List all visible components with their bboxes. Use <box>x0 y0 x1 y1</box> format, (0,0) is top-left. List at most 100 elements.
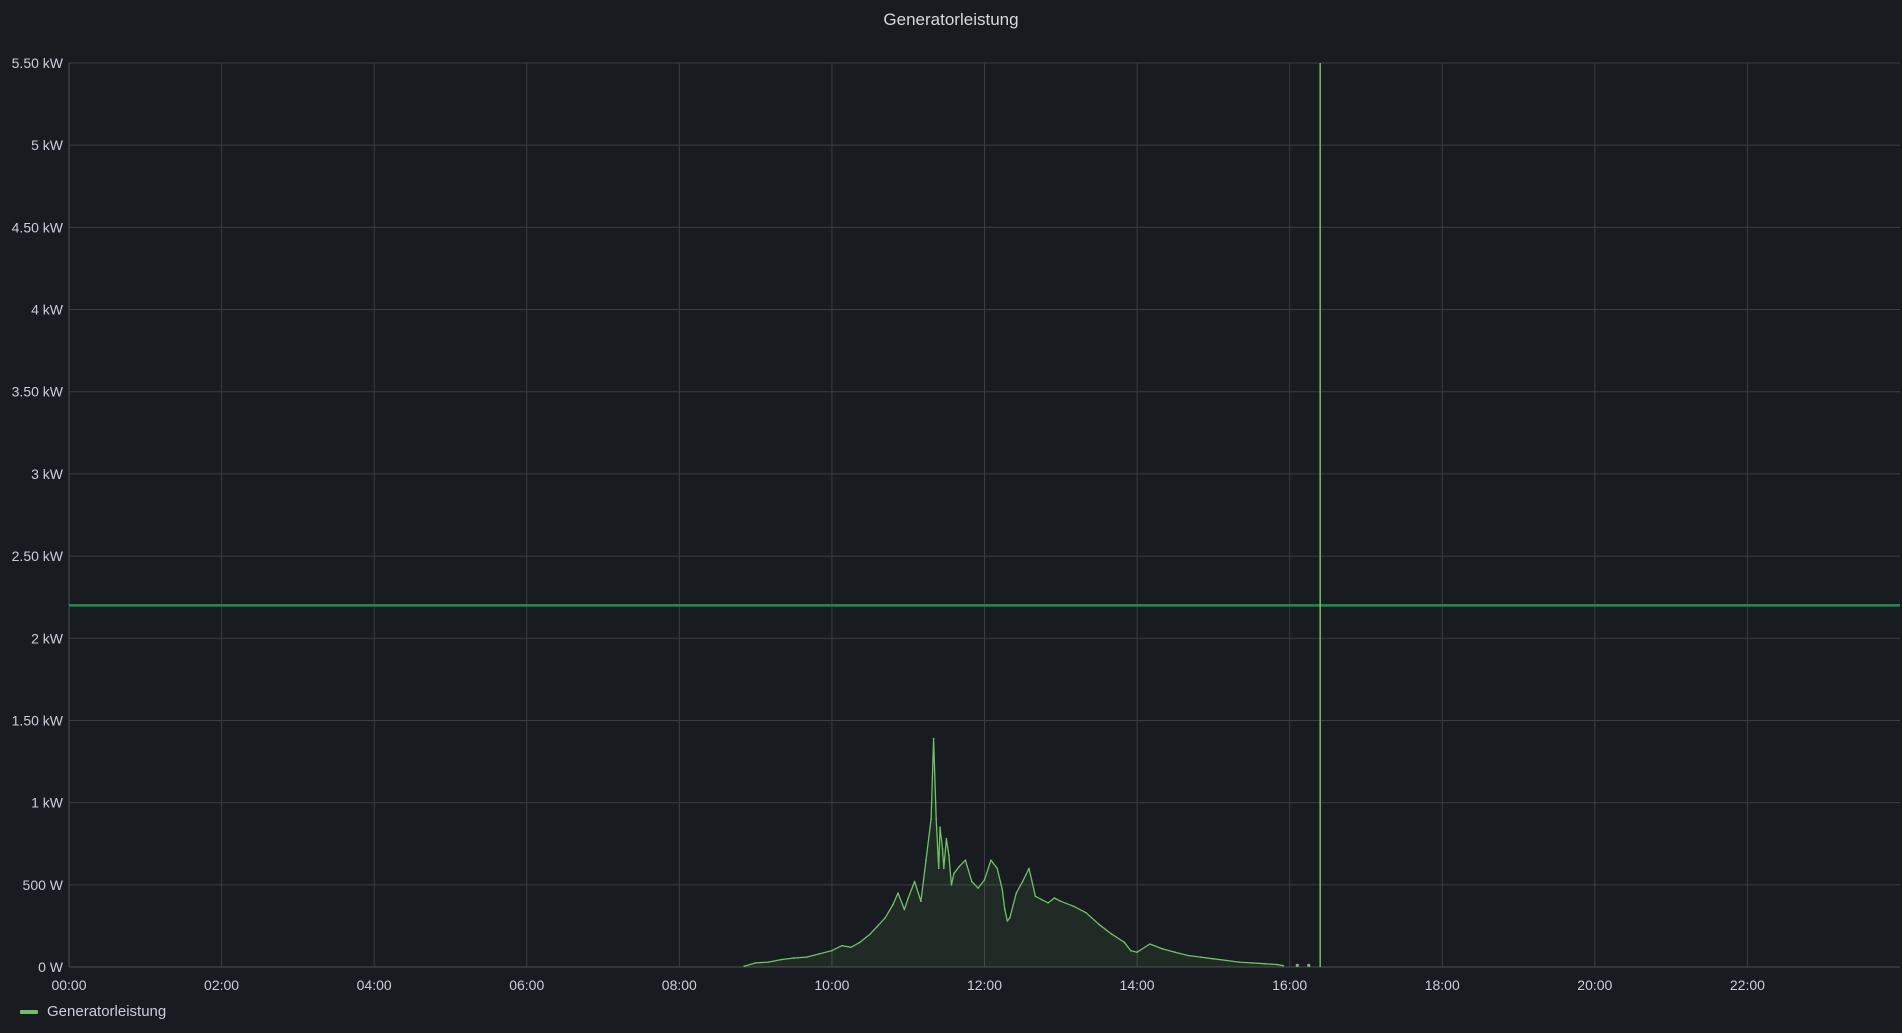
data-point <box>1276 963 1278 966</box>
data-point <box>1238 961 1240 963</box>
y-tick-label: 500 W <box>23 877 64 893</box>
data-point <box>1174 951 1177 954</box>
y-tick-label: 2 kW <box>31 630 64 646</box>
y-tick-label: 3 kW <box>31 466 64 482</box>
y-tick-label: 0 W <box>38 959 64 975</box>
data-point <box>920 900 922 903</box>
data-point <box>884 916 887 919</box>
data-point <box>943 867 945 870</box>
x-tick-label: 22:00 <box>1730 977 1765 993</box>
data-point <box>935 818 937 820</box>
data-point <box>1006 920 1009 922</box>
data-point <box>805 956 808 958</box>
data-point <box>941 847 944 850</box>
series-area <box>744 738 1284 967</box>
data-point <box>930 818 932 820</box>
data-point <box>939 826 941 829</box>
y-tick-label: 5.50 kW <box>12 55 64 71</box>
data-point <box>897 892 899 894</box>
y-tick-label: 1.50 kW <box>12 712 64 728</box>
data-point <box>1098 923 1100 926</box>
data-point <box>990 859 992 861</box>
y-tick-label: 1 kW <box>31 795 64 811</box>
data-point <box>1028 867 1030 870</box>
data-point <box>1250 962 1253 964</box>
legend-swatch <box>20 1009 38 1014</box>
data-point <box>1009 916 1011 919</box>
data-point <box>767 961 770 963</box>
data-point <box>953 872 955 875</box>
data-point <box>1001 888 1004 891</box>
data-point <box>1110 933 1113 935</box>
y-tick-label: 2.50 kW <box>12 548 64 564</box>
x-tick-label: 12:00 <box>967 977 1002 993</box>
legend[interactable]: Generatorleistung <box>20 1003 166 1020</box>
data-point <box>859 941 861 944</box>
data-point <box>1034 895 1037 898</box>
data-point <box>945 837 948 840</box>
data-point <box>907 897 910 899</box>
data-point <box>1199 956 1202 958</box>
x-tick-label: 20:00 <box>1577 977 1612 993</box>
x-tick-label: 08:00 <box>662 977 697 993</box>
data-point <box>913 880 916 883</box>
data-point <box>958 865 960 868</box>
data-point <box>932 737 935 740</box>
x-tick-label: 18:00 <box>1425 977 1460 993</box>
x-tick-label: 02:00 <box>204 977 239 993</box>
chart-panel: Generatorleistung 0 W 500 W 1 kW 1.50 kW 2 k… <box>0 0 1902 1033</box>
data-point <box>792 957 795 959</box>
data-point <box>1295 963 1299 967</box>
data-point <box>1187 954 1189 957</box>
data-point <box>1021 880 1024 883</box>
data-point <box>876 925 879 927</box>
data-point <box>1148 943 1151 945</box>
data-point <box>996 867 999 870</box>
data-point <box>1040 898 1043 901</box>
x-tick-label: 16:00 <box>1272 977 1307 993</box>
data-point <box>1263 962 1266 965</box>
data-point <box>841 944 843 947</box>
data-point <box>1282 964 1285 967</box>
data-point <box>903 908 906 911</box>
data-point <box>1123 941 1126 944</box>
y-tick-label: 4 kW <box>31 302 64 318</box>
x-tick-label: 04:00 <box>357 977 392 993</box>
data-point <box>970 880 973 883</box>
y-tick-label: 3.50 kW <box>12 384 64 400</box>
data-point <box>950 884 953 886</box>
data-point <box>1129 949 1132 952</box>
data-point <box>1225 959 1227 962</box>
data-point <box>1136 951 1138 954</box>
data-point <box>964 859 967 861</box>
data-point <box>1047 902 1049 904</box>
data-point <box>1004 908 1006 911</box>
data-point <box>1161 948 1164 950</box>
data-point <box>977 887 979 889</box>
data-point <box>831 949 833 952</box>
x-tick-label: 06:00 <box>509 977 544 993</box>
data-point <box>892 903 894 906</box>
data-point <box>948 854 950 857</box>
data-point <box>1307 963 1311 967</box>
data-point <box>983 879 986 881</box>
legend-label: Generatorleistung <box>47 1003 167 1020</box>
y-tick-label: 5 kW <box>31 137 64 153</box>
data-point <box>1053 897 1056 899</box>
x-tick-label: 00:00 <box>51 977 86 993</box>
data-point <box>754 962 757 964</box>
data-point <box>1059 900 1062 903</box>
chart-plot[interactable]: 0 W 500 W 1 kW 1.50 kW 2 kW 2.50 kW 3 kW 3.50 k… <box>0 0 1902 1033</box>
data-point <box>1085 911 1088 914</box>
data-point <box>937 867 940 870</box>
x-tick-label: 10:00 <box>814 977 849 993</box>
x-tick-label: 14:00 <box>1120 977 1155 993</box>
data-point <box>869 933 871 935</box>
data-point <box>1212 957 1215 960</box>
data-point <box>780 958 782 961</box>
y-tick-label: 4.50 kW <box>12 219 64 235</box>
data-point <box>743 965 745 967</box>
data-point <box>1015 892 1018 894</box>
data-point <box>818 953 821 955</box>
data-point <box>925 859 927 861</box>
